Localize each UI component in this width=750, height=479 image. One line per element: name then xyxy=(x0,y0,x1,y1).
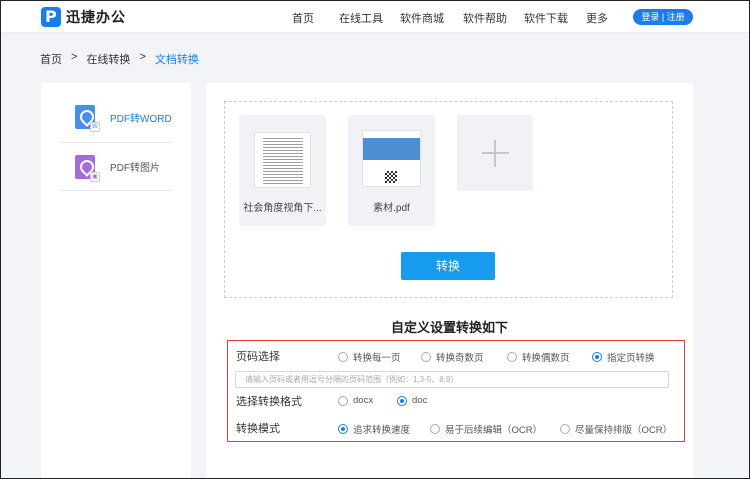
mode-label: 转换模式 xyxy=(236,423,280,435)
login-register-button[interactable]: 登录 | 注册 xyxy=(633,9,693,25)
radio-format-docx[interactable]: docx xyxy=(338,395,373,406)
breadcrumb: 首页 > 在线转换 > 文档转换 xyxy=(40,51,208,67)
radio-convert-all-pages[interactable]: 转换每一页 xyxy=(338,350,401,364)
file-name: 素材.pdf xyxy=(373,203,410,214)
breadcrumb-separator: > xyxy=(139,51,146,63)
sidebar-divider xyxy=(61,190,172,191)
add-file-button[interactable] xyxy=(457,115,533,191)
file-card[interactable]: 素材.pdf xyxy=(348,115,435,226)
logo[interactable]: 迅捷办公 xyxy=(41,7,126,27)
breadcrumb-online-convert[interactable]: 在线转换 xyxy=(86,51,130,67)
sidebar: W PDF转WORD ▣ PDF转图片 xyxy=(41,83,191,479)
page-select-label: 页码选择 xyxy=(236,351,280,363)
app-name: 迅捷办公 xyxy=(66,9,126,25)
radio-convert-odd-pages[interactable]: 转换奇数页 xyxy=(421,350,484,364)
sidebar-item-label: PDF转图片 xyxy=(110,163,160,174)
conversion-settings-box: 页码选择 转换每一页 转换奇数页 转换偶数页 指定页转换 请输入页码或者用逗号分… xyxy=(227,340,685,442)
radio-format-doc[interactable]: doc xyxy=(397,395,427,406)
page-range-input[interactable]: 请输入页码或者用逗号分隔的页码范围（例如：1,3-5、8,9） xyxy=(235,371,669,388)
file-card[interactable]: 社会角度视角下... xyxy=(239,115,326,226)
sidebar-item-pdf-to-image[interactable]: ▣ PDF转图片 xyxy=(61,142,172,190)
radio-mode-layout-ocr[interactable]: 尽量保持排版（OCR） xyxy=(560,422,672,436)
breadcrumb-current: 文档转换 xyxy=(154,54,199,66)
breadcrumb-separator: > xyxy=(71,51,78,63)
nav-software-help[interactable]: 软件帮助 xyxy=(463,10,507,26)
sidebar-item-pdf-to-word[interactable]: W PDF转WORD xyxy=(61,93,172,141)
nav-software-download[interactable]: 软件下载 xyxy=(524,10,568,26)
breadcrumb-home[interactable]: 首页 xyxy=(40,51,62,67)
document-page-thumbnail xyxy=(254,132,311,188)
radio-convert-even-pages[interactable]: 转换偶数页 xyxy=(507,350,570,364)
nav-home[interactable]: 首页 xyxy=(292,10,314,26)
radio-convert-specified-pages[interactable]: 指定页转换 xyxy=(592,350,655,364)
top-header: 迅捷办公 首页 在线工具 软件商城 软件帮助 软件下载 更多 登录 | 注册 xyxy=(1,1,749,33)
pdf-cover-thumbnail xyxy=(362,130,421,187)
sidebar-item-label: PDF转WORD xyxy=(110,113,172,125)
upload-area[interactable]: 社会角度视角下... 素材.pdf 转换 xyxy=(224,101,673,298)
radio-mode-speed[interactable]: 追求转换速度 xyxy=(338,422,410,436)
nav-online-tools[interactable]: 在线工具 xyxy=(339,10,383,26)
radio-mode-editable-ocr[interactable]: 易于后续编辑（OCR） xyxy=(430,422,542,436)
file-name: 社会角度视角下... xyxy=(243,203,322,214)
nav-more[interactable]: 更多 xyxy=(586,10,608,26)
convert-button[interactable]: 转换 xyxy=(401,252,495,280)
format-label: 选择转换格式 xyxy=(236,396,302,408)
pdf-to-image-icon: ▣ xyxy=(75,154,100,182)
nav-software-store[interactable]: 软件商城 xyxy=(400,10,444,26)
settings-title: 自定义设置转换如下 xyxy=(390,320,508,335)
app-logo-icon xyxy=(41,7,61,27)
pdf-to-word-icon: W xyxy=(75,105,100,132)
